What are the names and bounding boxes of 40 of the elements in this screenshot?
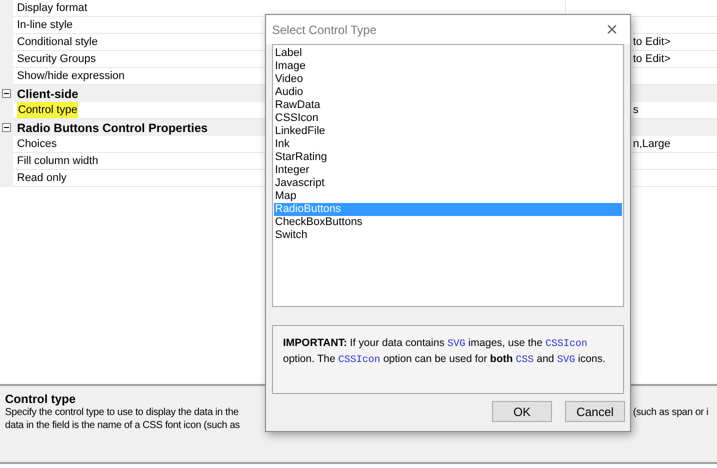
property-name[interactable]: Display format: [17, 0, 88, 16]
description-text: Specify the control type to use to display the data in the: [5, 406, 239, 419]
property-name[interactable]: Control type: [17, 102, 78, 118]
property-value[interactable]: to Edit>: [633, 50, 671, 68]
property-name[interactable]: In-line style: [17, 16, 73, 34]
property-name[interactable]: Show/hide expression: [17, 68, 125, 84]
dialog-button[interactable]: OK: [492, 401, 552, 422]
property-value[interactable]: n,Large: [633, 136, 670, 152]
collapse-toggle[interactable]: [2, 89, 11, 98]
list-item[interactable]: CheckBoxButtons: [274, 216, 622, 229]
list-item[interactable]: Ink: [274, 138, 622, 151]
dialog-title: Select Control Type: [272, 22, 377, 38]
description-title: Control type: [5, 392, 77, 406]
dialog-button[interactable]: Cancel: [565, 401, 625, 422]
property-name[interactable]: Security Groups: [17, 50, 96, 68]
description-text: data in the field is the name of a CSS font icon (such as: [5, 419, 240, 432]
list-item[interactable]: Integer: [274, 164, 622, 177]
description-text: (such as span or i: [633, 406, 708, 419]
property-name[interactable]: Read only: [17, 170, 67, 186]
category-label: Client-side: [16, 86, 78, 102]
list-item[interactable]: Image: [274, 60, 622, 73]
list-item[interactable]: StarRating: [274, 151, 622, 164]
list-item[interactable]: Video: [274, 73, 622, 86]
property-name[interactable]: Choices: [17, 136, 57, 152]
info-note: IMPORTANT: If your data contains SVG images, use the CSSIcon option. The CSSIcon option can be used for both CSS and SVG icons.: [272, 325, 624, 394]
list-item[interactable]: Audio: [274, 86, 622, 99]
close-button[interactable]: ×: [600, 18, 624, 40]
property-value[interactable]: to Edit>: [633, 34, 671, 50]
property-value[interactable]: s: [633, 102, 638, 118]
property-name[interactable]: Conditional style: [17, 34, 98, 50]
list-item[interactable]: RawData: [274, 99, 622, 112]
list-item[interactable]: LinkedFile: [274, 125, 622, 138]
list-item[interactable]: Label: [274, 47, 622, 60]
category-label: Radio Buttons Control Properties: [16, 120, 208, 136]
list-item[interactable]: Switch: [274, 229, 622, 242]
list-item[interactable]: CSSIcon: [274, 112, 622, 125]
property-name[interactable]: Fill column width: [17, 152, 98, 170]
list-item[interactable]: Javascript: [274, 177, 622, 190]
list-item[interactable]: Map: [274, 190, 622, 203]
collapse-toggle[interactable]: [2, 123, 11, 132]
